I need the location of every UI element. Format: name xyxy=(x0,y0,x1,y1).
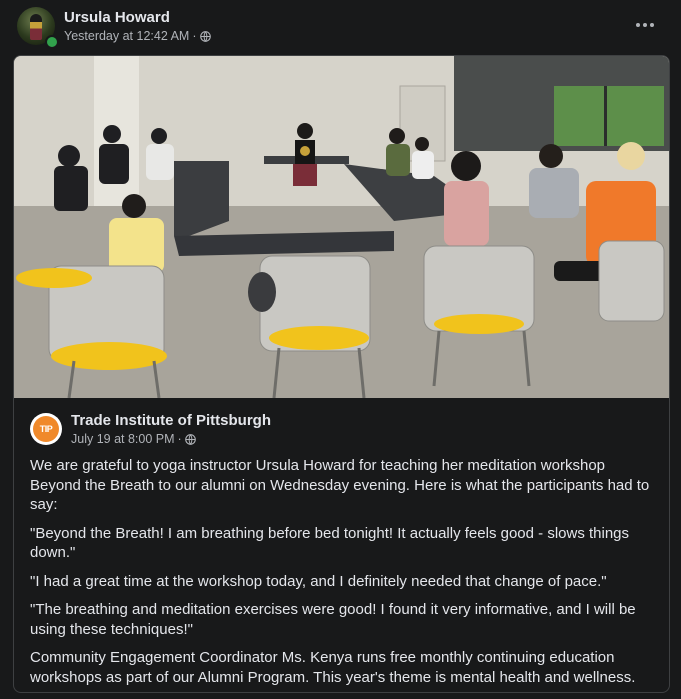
post-header: Ursula Howard Yesterday at 12:42 AM · xyxy=(17,6,667,49)
post-paragraph: "Beyond the Breath! I am breathing befor… xyxy=(30,524,630,562)
page-post-timestamp[interactable]: July 19 at 8:00 PM xyxy=(71,432,175,446)
meta-separator: · xyxy=(192,29,197,43)
online-status-indicator xyxy=(45,35,59,49)
globe-icon[interactable] xyxy=(184,433,196,445)
post-paragraph: "I had a great time at the workshop toda… xyxy=(30,572,607,590)
more-options-button[interactable] xyxy=(631,11,659,39)
post-timestamp[interactable]: Yesterday at 12:42 AM xyxy=(64,29,189,43)
author-name[interactable]: Ursula Howard xyxy=(64,9,170,26)
globe-icon[interactable] xyxy=(199,30,211,42)
post-paragraph: "The breathing and meditation exercises … xyxy=(30,601,636,638)
meta-separator: · xyxy=(177,432,182,446)
page-meta: July 19 at 8:00 PM · xyxy=(71,432,196,446)
page-logo[interactable]: TIP xyxy=(30,413,62,445)
page-logo-text: TIP xyxy=(33,416,59,442)
shared-page-header: TIP Trade Institute of Pittsburgh July 1… xyxy=(30,410,650,450)
workshop-photo[interactable] xyxy=(14,56,669,398)
post-body: We are grateful to yoga instructor Ursul… xyxy=(30,456,655,692)
post-paragraph: We are grateful to yoga instructor Ursul… xyxy=(30,457,650,513)
page-name[interactable]: Trade Institute of Pittsburgh xyxy=(71,412,271,429)
shared-post-card[interactable]: TIP Trade Institute of Pittsburgh July 1… xyxy=(13,55,670,693)
post-paragraph: Community Engagement Coordinator Ms. Ken… xyxy=(30,649,636,686)
post-meta: Yesterday at 12:42 AM · xyxy=(64,29,211,43)
